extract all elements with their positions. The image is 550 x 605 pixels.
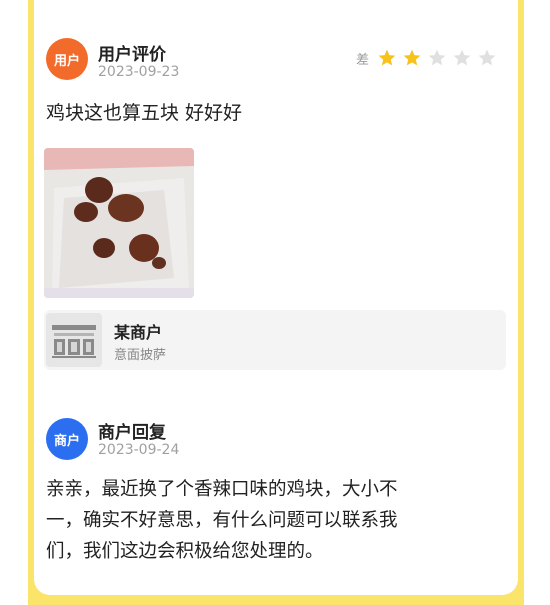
user-avatar[interactable]: 用户	[46, 38, 88, 80]
stars-container	[377, 48, 502, 68]
rating-stars: 差	[356, 48, 502, 68]
reply-text: 亲亲，最近换了个香辣口味的鸡块，大小不 一，确实不好意思，有什么问题可以联系我 …	[46, 474, 486, 567]
merchant-reply-title: 商户回复	[98, 423, 166, 443]
food-photo[interactable]	[44, 148, 194, 298]
star-icon	[403, 49, 421, 66]
user-review-title: 用户评价	[98, 45, 166, 65]
star-icon	[428, 49, 446, 66]
shop-name: 某商户	[114, 323, 163, 342]
star-icon	[453, 49, 471, 66]
storefront-icon	[46, 313, 102, 367]
merchant-reply-date: 2023-09-24	[98, 442, 180, 458]
shop-category: 意面披萨	[114, 348, 167, 363]
review-text: 鸡块这也算五块 好好好	[46, 102, 243, 124]
reply-line: 亲亲，最近换了个香辣口味的鸡块，大小不	[46, 479, 398, 500]
reply-line: 们，我们这边会积极给您处理的。	[46, 541, 324, 562]
merchant-avatar[interactable]: 商户	[46, 418, 88, 460]
star-icon	[478, 49, 496, 66]
user-review-date: 2023-09-23	[98, 64, 180, 80]
reply-line: 一，确实不好意思，有什么问题可以联系我	[46, 510, 398, 531]
rating-label: 差	[356, 52, 370, 68]
shop-card[interactable]: 某商户 意面披萨	[44, 310, 506, 370]
star-icon	[378, 49, 396, 66]
